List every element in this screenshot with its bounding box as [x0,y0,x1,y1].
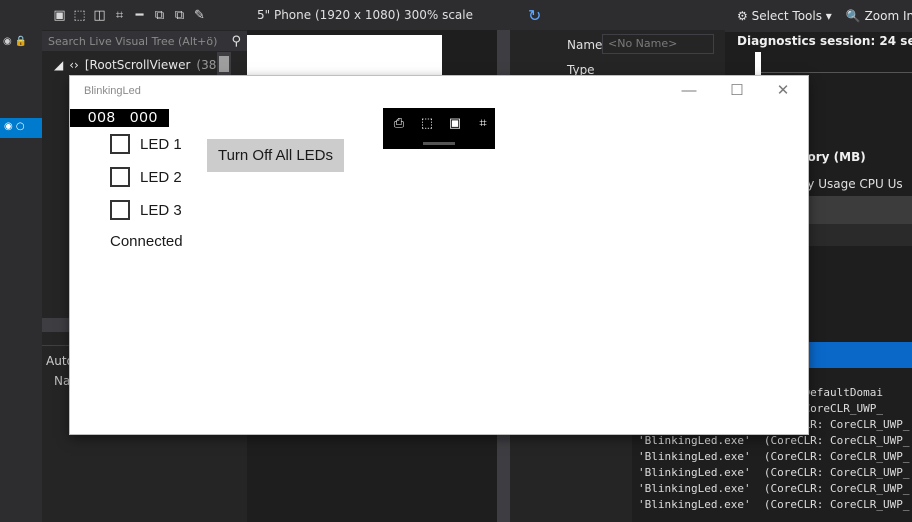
device-selector[interactable]: 5" Phone (1920 x 1080) 300% scale [247,0,510,30]
diagnostics-session-label: Diagnostics session: 24 seconds [737,34,912,48]
search-placeholder: Search Live Visual Tree (Alt+ö) [48,34,218,48]
in-app-toolbar: ⎙ ⬚ ▣ ⌗ [383,108,495,149]
output-line: 'BlinkingLed.exe' (CoreCLR: CoreCLR_UWP_ [638,450,910,463]
autos-column-name: Na [54,374,71,388]
output-line: 'BlinkingLed.exe' (CoreCLR: CoreCLR_UWP_ [638,466,910,479]
select-element-icon[interactable]: ⬚ [419,115,435,131]
display-adorners-icon[interactable]: ◫ [92,8,107,23]
cpu-graph-bar [805,342,912,368]
output-line: 'BlinkingLed.exe' (CoreCLR: CoreCLR_UWP_ [638,482,910,495]
type-label: Type [567,63,595,77]
close-button[interactable]: ✕ [768,82,798,100]
name-field[interactable]: <No Name> [602,34,714,54]
left-strip: ◉ 🔒 ◉ ○ [0,0,42,522]
dash-icon[interactable]: ━ [132,8,147,23]
led-label: LED 3 [140,201,182,219]
memory-graph-header [795,196,912,224]
search-icon[interactable]: ⚲ [231,34,241,49]
tree-item[interactable]: ◢ ‹› [RootScrollViewer (38) [54,58,221,72]
refresh-icon[interactable]: ⧉ [172,8,187,23]
show-in-app-icon[interactable]: ▣ [52,8,67,23]
name-label: Name [567,38,603,52]
window-title: BlinkingLed [84,85,141,97]
track-focus-icon[interactable]: ⌗ [475,115,491,131]
memory-graph-row [795,224,912,246]
copy-icon[interactable]: ⧉ [152,8,167,23]
counter-right: 000 [130,109,159,126]
led-label: LED 2 [140,168,182,186]
timeline-axis [761,72,912,73]
select-tools-label: Select Tools ▾ [751,9,832,23]
zoom-label: Zoom In [864,9,912,23]
led-1-checkbox[interactable]: LED 1 [110,134,182,154]
select-tools-button[interactable]: ⚙ Select Tools ▾ [737,9,832,23]
eye-icon[interactable]: ◉ 🔒 [3,36,27,48]
checkbox-box[interactable] [110,200,130,220]
connection-status: Connected [110,233,183,250]
properties-toolbar: ↻ [510,0,725,30]
maximize-button[interactable]: ☐ [722,82,752,100]
zoom-icon: 🔍 [845,9,865,23]
checkbox-box[interactable] [110,167,130,187]
minimize-button[interactable]: — [674,82,704,100]
device-label: 5" Phone (1920 x 1080) 300% scale [257,8,473,22]
select-element-icon[interactable]: ⬚ [72,8,87,23]
element-icon: ‹› [69,58,79,72]
led-3-checkbox[interactable]: LED 3 [110,200,182,220]
wrench-icon[interactable]: ✎ [192,8,207,23]
app-window: BlinkingLed — ☐ ✕ 008 000 LED 1 LED 2 LE… [70,76,808,434]
turn-off-all-leds-button[interactable]: Turn Off All LEDs [207,139,344,172]
gear-icon: ⚙ [737,9,752,23]
led-label: LED 1 [140,135,182,153]
toolbar-grip[interactable] [423,142,455,145]
output-line: 'BlinkingLed.exe' (CoreCLR: CoreCLR_UWP_ [638,498,910,511]
tree-item-label: [RootScrollViewer [84,58,191,72]
search-input[interactable]: Search Live Visual Tree (Alt+ö) ⚲ [42,31,247,51]
refresh-icon[interactable]: ↻ [528,6,541,25]
live-visual-tree-toolbar: ▣ ⬚ ◫ ⌗ ━ ⧉ ⧉ ✎ [42,0,247,30]
go-to-live-visual-tree-icon[interactable]: ⎙ [391,115,407,131]
track-focus-icon[interactable]: ⌗ [112,8,127,23]
led-2-checkbox[interactable]: LED 2 [110,167,182,187]
expander-icon[interactable]: ◢ [54,58,63,72]
output-line: 'BlinkingLed.exe' (CoreCLR: CoreCLR_UWP_ [638,434,910,447]
counter-left: 008 [88,109,117,126]
zoom-in-button[interactable]: 🔍 Zoom In [846,9,912,23]
checkbox-box[interactable] [110,134,130,154]
memory-tabs[interactable]: ory Usage CPU Us [795,177,903,191]
selected-row[interactable]: ◉ ○ [0,118,42,138]
scrollbar-thumb[interactable] [219,56,229,72]
diagnostics-toolbar: ⚙ Select Tools ▾ 🔍 Zoom In [725,0,912,32]
counter-display: 008 000 [70,109,169,127]
display-adorners-icon[interactable]: ▣ [447,115,463,131]
